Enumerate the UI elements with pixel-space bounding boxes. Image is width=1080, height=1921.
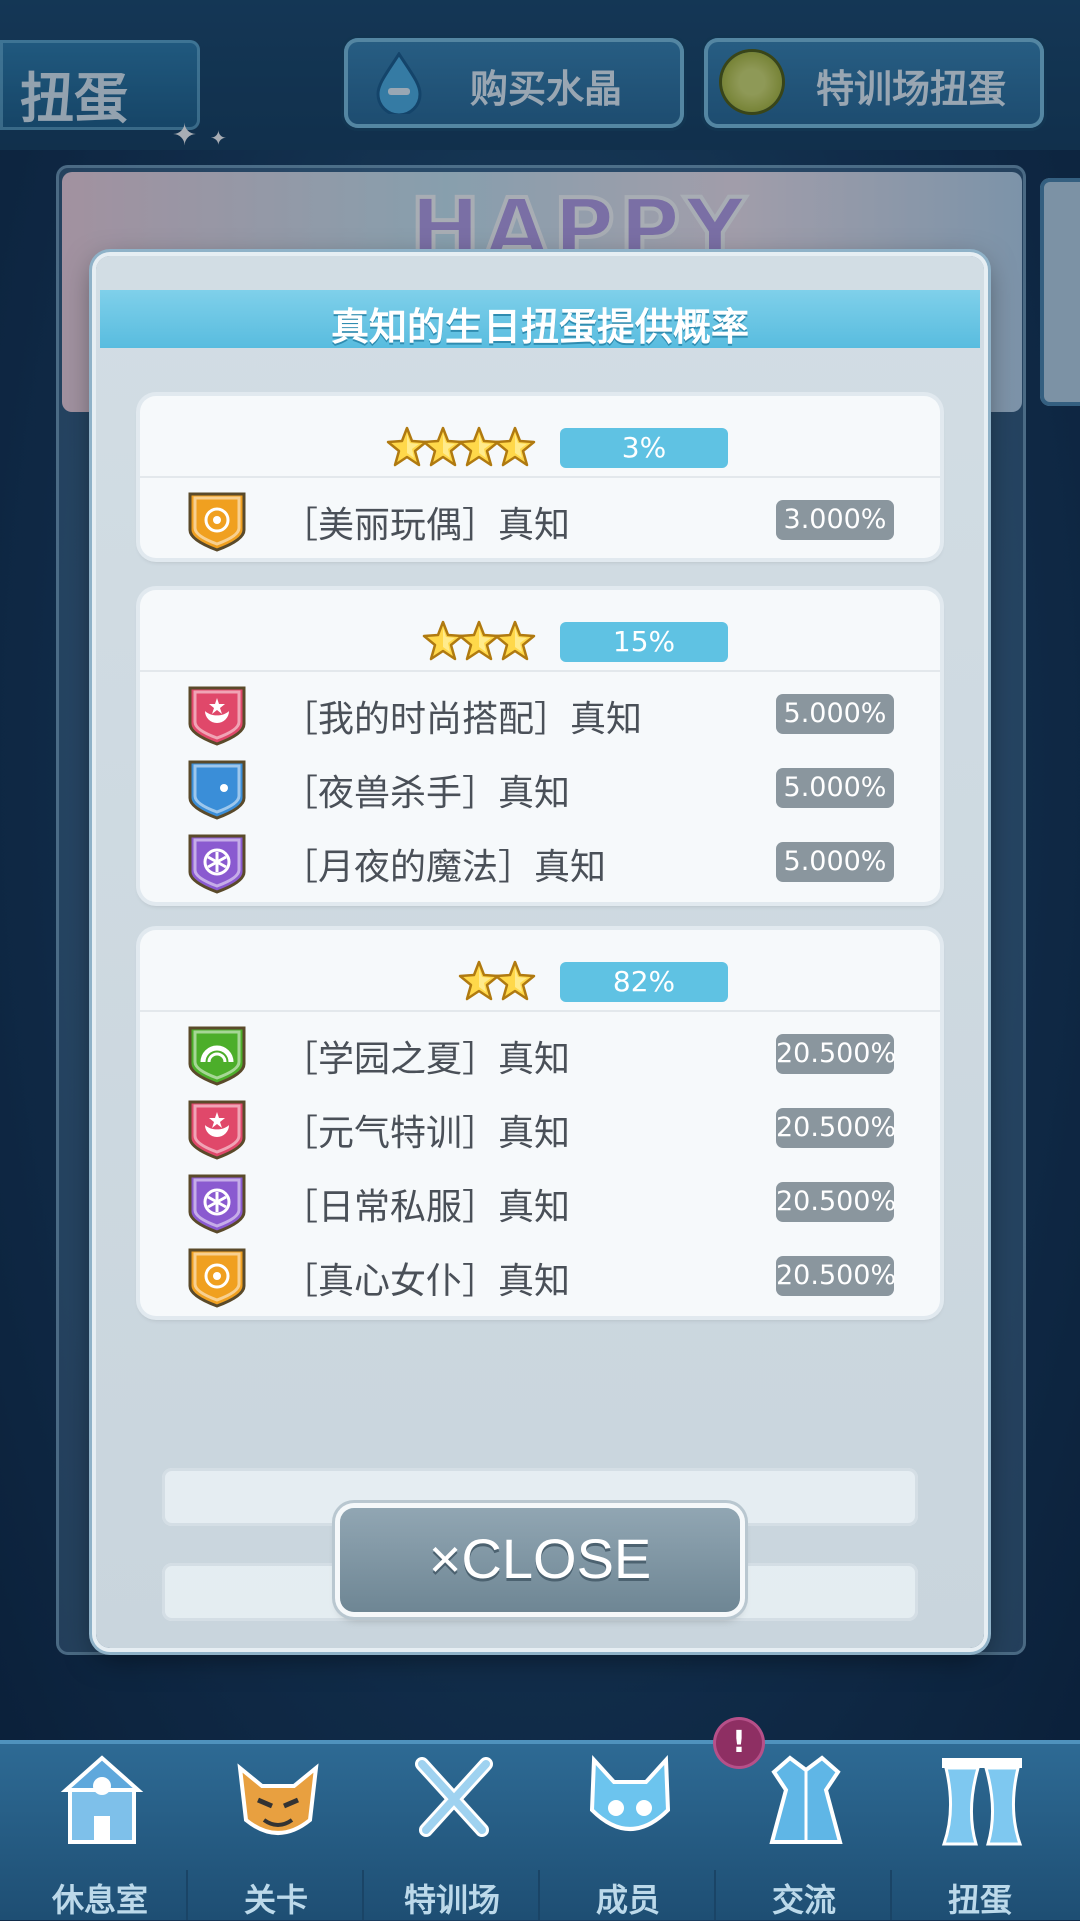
card-rate: 20.500%: [776, 1108, 896, 1148]
dress-icon: [760, 1750, 852, 1850]
sun-attribute-icon: [186, 490, 248, 552]
card-row: ［夜兽杀手］真知 5.000%: [140, 752, 940, 826]
curtain-icon: [936, 1750, 1028, 1850]
dialog-title-bar: 真知的生日扭蛋提供概率: [100, 290, 980, 349]
card-name: ［我的时尚搭配］真知: [282, 699, 643, 740]
card-rate: 5.000%: [776, 768, 894, 808]
nav-item-2[interactable]: 特训场: [364, 1740, 540, 1920]
rarity-percent: 82%: [560, 962, 728, 1002]
card-row: ［日常私服］真知 20.500%: [140, 1166, 940, 1240]
rarity-group-header: 82%: [140, 930, 940, 1012]
card-name: ［月夜的魔法］真知: [282, 847, 607, 888]
rarity-group-header: 3%: [140, 396, 940, 478]
nav-item-label: 交流: [771, 1881, 836, 1919]
notification-badge: !: [716, 1720, 762, 1766]
card-rate: 5.000%: [776, 842, 894, 882]
nav-item-0[interactable]: 休息室: [12, 1740, 188, 1920]
cat-girl-icon: [584, 1750, 676, 1850]
star-crescent-attribute-icon: [186, 684, 248, 746]
nav-item-4[interactable]: 交流: [716, 1740, 892, 1920]
card-rate: 20.500%: [776, 1256, 896, 1296]
rarity-group-4-star: 3% ［美丽玩偶］真知 3.000%: [140, 396, 940, 558]
nav-divider: [362, 1870, 364, 1920]
card-row: ［我的时尚搭配］真知 5.000%: [140, 678, 940, 752]
nav-divider: [538, 1870, 540, 1920]
card-name: ［夜兽杀手］真知: [282, 773, 571, 814]
card-name: ［学园之夏］真知: [282, 1039, 571, 1080]
close-label: ×CLOSE: [428, 1527, 652, 1590]
monster-mask-icon: [232, 1750, 324, 1850]
rarity-stars: [386, 426, 540, 470]
flower-attribute-icon: [186, 1172, 248, 1234]
card-rate: 20.500%: [776, 1182, 896, 1222]
nav-item-5[interactable]: 扭蛋: [892, 1740, 1068, 1920]
nav-item-label: 成员: [595, 1881, 660, 1919]
card-row: ［真心女仆］真知 20.500%: [140, 1240, 940, 1314]
star-icon: [494, 620, 536, 662]
nav-item-label: 关卡: [243, 1881, 308, 1919]
nav-item-label: 休息室: [51, 1881, 148, 1919]
card-row: ［学园之夏］真知 20.500%: [140, 1018, 940, 1092]
rarity-percent: 15%: [560, 622, 728, 662]
card-rate: 3.000%: [776, 500, 894, 540]
crossed-swords-icon: [408, 1750, 500, 1850]
rarity-group-header: 15%: [140, 590, 940, 672]
moon-attribute-icon: [186, 758, 248, 820]
star-icon: [494, 426, 536, 468]
arc-attribute-icon: [186, 1024, 248, 1086]
school-building-icon: [56, 1750, 148, 1850]
card-name: ［日常私服］真知: [282, 1187, 571, 1228]
card-row: ［月夜的魔法］真知 5.000%: [140, 826, 940, 900]
card-rate: 5.000%: [776, 694, 894, 734]
nav-divider: [186, 1870, 188, 1920]
card-name: ［真心女仆］真知: [282, 1261, 571, 1302]
nav-item-1[interactable]: 关卡: [188, 1740, 364, 1920]
rarity-group-3-star: 15% ［我的时尚搭配］真知 5.000% ［夜兽杀手］真知 5.000% ［月夜的魔法］…: [140, 590, 940, 902]
rarity-percent: 3%: [560, 428, 728, 468]
nav-divider: [890, 1870, 892, 1920]
card-name: ［美丽玩偶］真知: [282, 505, 571, 546]
card-name: ［元气特训］真知: [282, 1113, 571, 1154]
nav-item-label: 扭蛋: [947, 1881, 1012, 1919]
star-crescent-attribute-icon: [186, 1098, 248, 1160]
card-row: ［元气特训］真知 20.500%: [140, 1092, 940, 1166]
flower-attribute-icon: [186, 832, 248, 894]
rarity-stars: [422, 620, 540, 664]
sun-attribute-icon: [186, 1246, 248, 1308]
nav-item-3[interactable]: 成员: [540, 1740, 716, 1920]
bottom-nav: 休息室 关卡 特训场 成员 交流 扭蛋: [0, 1740, 1080, 1920]
dialog-title: 真知的生日扭蛋提供概率: [330, 305, 749, 349]
close-button[interactable]: ×CLOSE: [340, 1508, 740, 1612]
rarity-stars: [458, 960, 540, 1004]
nav-divider: [714, 1870, 716, 1920]
star-icon: [494, 960, 536, 1002]
card-rate: 20.500%: [776, 1034, 896, 1074]
rarity-group-2-star: 82% ［学园之夏］真知 20.500% ［元气特训］真知 20.500% ［日常私服］真…: [140, 930, 940, 1316]
nav-item-label: 特训场: [403, 1881, 500, 1919]
card-row: ［美丽玩偶］真知 3.000%: [140, 484, 940, 558]
